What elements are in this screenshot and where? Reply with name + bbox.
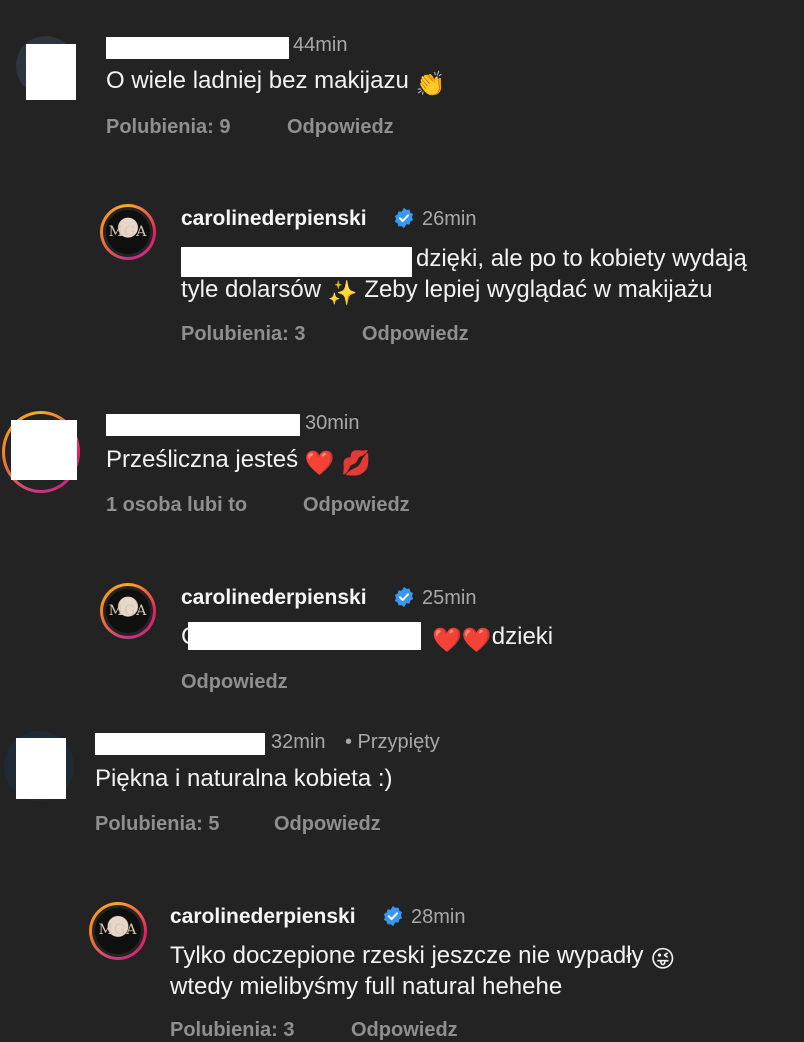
username[interactable]: carolinederpienski [170, 905, 356, 929]
redacted-avatar [11, 420, 77, 480]
likes-count[interactable]: Polubienia: 3 [181, 323, 305, 346]
reply-button[interactable]: Odpowiedz [303, 494, 410, 517]
reply-button[interactable]: Odpowiedz [274, 813, 381, 836]
comment-time: 26min [422, 208, 477, 230]
avatar-mark: MGA [108, 224, 148, 240]
comment-text-content: Tylko doczepione rzeski jeszcze nie wypa… [170, 942, 644, 969]
verified-badge-icon [394, 207, 414, 229]
comment-text: ❤️❤️dzieki [432, 620, 553, 657]
comment-time: 32min [271, 731, 326, 753]
comment-text: O wiele ladniej bez makijazu 👏 [106, 64, 445, 101]
heart-emoji-icon: ❤️ [304, 450, 335, 477]
redacted-username[interactable] [106, 37, 289, 59]
username[interactable]: carolinederpienski [181, 207, 367, 231]
redacted-avatar [16, 738, 66, 799]
comment-text: Prześliczna jesteś ❤️ 💋 [106, 443, 371, 480]
avatar-mark: MGA [108, 603, 148, 619]
likes-count[interactable]: Polubienia: 9 [106, 116, 230, 139]
comment-text-part: tyle dolarsów [181, 276, 322, 303]
creator-avatar[interactable]: MGA [100, 204, 156, 260]
comment-time: 28min [411, 906, 466, 928]
kiss-mark-emoji-icon: 💋 [341, 450, 372, 477]
reply-button[interactable]: Odpowiedz [362, 323, 469, 346]
comment-text-line2: tyle dolarsów ✨ Zeby lepiej wyglądać w m… [181, 273, 712, 310]
creator-avatar[interactable]: MGA [100, 583, 156, 639]
comment-text-content: dzieki [491, 623, 554, 650]
comment-text-content: Prześliczna jesteś [106, 446, 299, 473]
redacted-username[interactable] [106, 414, 300, 436]
comment-time: 44min [293, 34, 348, 56]
redacted-mention[interactable] [188, 622, 421, 650]
comment-time: 25min [422, 587, 477, 609]
likes-count[interactable]: Polubienia: 5 [95, 813, 219, 836]
comment-text-part: Zeby lepiej wyglądać w makijażu [364, 276, 713, 303]
creator-avatar[interactable]: MGA [89, 902, 147, 960]
redacted-avatar [26, 44, 76, 100]
reply-button[interactable]: Odpowiedz [287, 116, 394, 139]
comment-text-line1: dzięki, ale po to kobiety wydają [416, 245, 747, 272]
reply-button[interactable]: Odpowiedz [181, 671, 288, 694]
clap-emoji-icon: 👏 [415, 71, 446, 98]
sparkles-emoji-icon: ✨ [327, 280, 358, 307]
winking-face-emoji-icon: 😜 [650, 946, 676, 973]
heart-emoji-icon: ❤️❤️ [432, 627, 492, 654]
comment-time: 30min [305, 412, 360, 434]
redacted-username[interactable] [95, 733, 265, 755]
verified-badge-icon [383, 905, 403, 927]
comment-text-content: O wiele ladniej bez makijazu [106, 67, 409, 94]
username[interactable]: carolinederpienski [181, 586, 367, 610]
pinned-label: • Przypięty [345, 731, 440, 753]
comment-text: Piękna i naturalna kobieta :) [95, 765, 393, 792]
likes-count[interactable]: 1 osoba lubi to [106, 494, 247, 517]
avatar-mark: MGA [98, 922, 138, 938]
comment-text-line2: wtedy mielibyśmy full natural hehehe [170, 973, 563, 1000]
verified-badge-icon [394, 586, 414, 608]
